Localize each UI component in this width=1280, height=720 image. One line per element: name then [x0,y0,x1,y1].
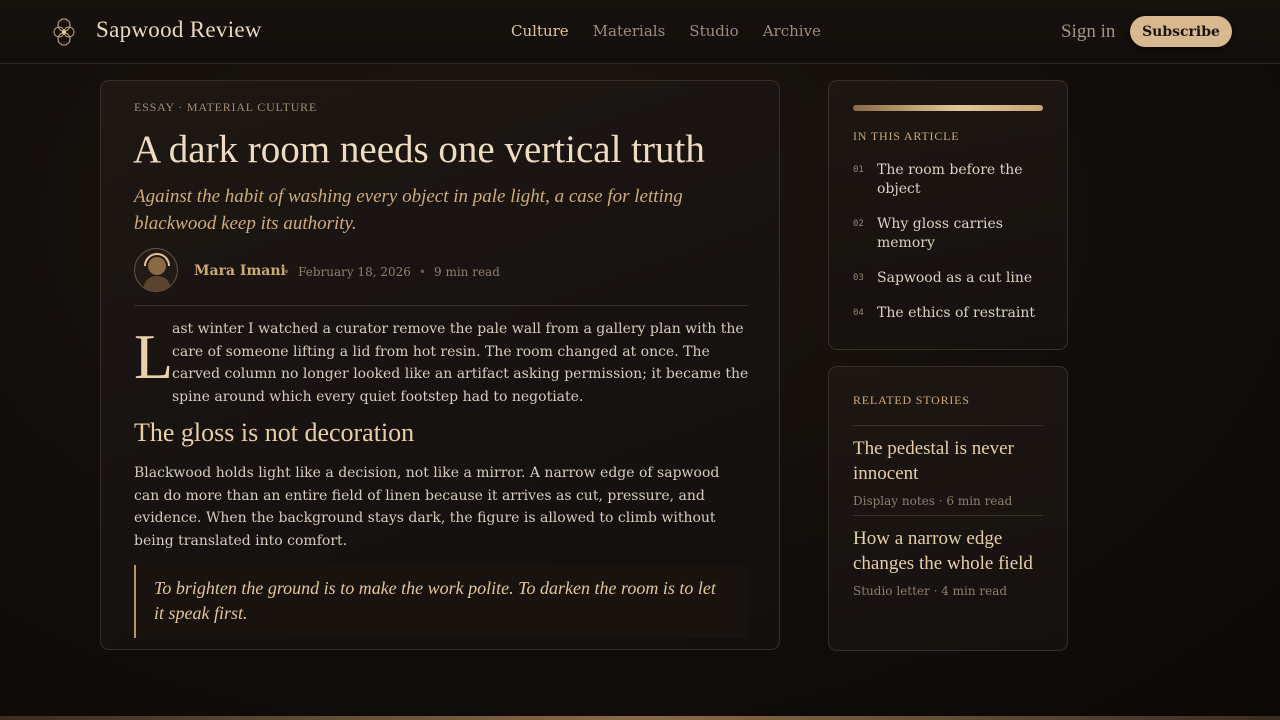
nav-materials[interactable]: Materials [593,22,666,40]
toc-label: The room before the object [877,162,1023,197]
sign-in-link[interactable]: Sign in [1061,21,1115,43]
toc-number: 02 [853,219,864,229]
table-of-contents: IN THIS ARTICLE 01 The room before the o… [828,80,1068,350]
toc-item[interactable]: 01 The room before the object [853,161,1053,199]
related-story[interactable]: How a narrow edge changes the whole fiel… [853,515,1043,598]
section-heading: The gloss is not decoration [134,418,415,447]
meta-separator: • [283,265,291,279]
author-name[interactable]: Mara Imani [194,263,286,279]
pull-quote: To brighten the ground is to make the wo… [134,565,748,638]
top-navigation-bar: Sapwood Review Culture Materials Studio … [0,0,1280,64]
article-kicker: ESSAY · MATERIAL CULTURE [134,100,318,114]
publish-date: February 18, 2026 [298,265,411,279]
reading-progress-bar [853,105,1043,111]
toc-number: 01 [853,165,864,175]
drop-cap: L [134,321,174,392]
related-story-title: The pedestal is never innocent [853,438,1014,484]
avatar-figure-icon [143,253,171,291]
toc-number: 04 [853,308,864,318]
related-stories: RELATED STORIES The pedestal is never in… [828,366,1068,651]
toc-list: 01 The room before the object 02 Why glo… [853,161,1053,339]
article-meta: • February 18, 2026 • 9 min read [283,265,500,279]
read-time: 9 min read [434,265,500,279]
related-story-meta: Display notes · 6 min read [853,494,1013,508]
body-paragraph-1: ast winter I watched a curator remove th… [172,321,749,406]
logo-icon[interactable] [53,17,75,47]
main-nav: Culture Materials Studio Archive [511,22,821,40]
toc-item[interactable]: 03 Sapwood as a cut line [853,269,1053,288]
toc-number: 03 [853,273,864,283]
meta-separator: • [418,265,426,279]
subscribe-button[interactable]: Subscribe [1130,16,1232,47]
toc-label: Sapwood as a cut line [877,270,1033,286]
related-story-meta: Studio letter · 4 min read [853,584,1008,598]
toc-heading: IN THIS ARTICLE [853,129,960,143]
body-paragraph-2: Blackwood holds light like a decision, n… [134,465,720,550]
nav-archive[interactable]: Archive [763,22,821,40]
toc-item[interactable]: 02 Why gloss carries memory [853,215,1053,253]
reading-progress-fill [853,105,1043,111]
related-story-title: How a narrow edge changes the whole fiel… [853,528,1033,574]
article-card: ESSAY · MATERIAL CULTURE A dark room nee… [100,80,780,650]
article-title: A dark room needs one vertical truth [133,128,705,171]
related-heading: RELATED STORIES [853,393,970,407]
related-story[interactable]: The pedestal is never innocent Display n… [853,425,1043,508]
divider [134,305,748,306]
article-dek: Against the habit of washing every objec… [134,186,683,234]
bottom-accent-strip [0,716,1280,720]
author-avatar[interactable] [134,248,178,292]
toc-label: The ethics of restraint [877,305,1035,321]
toc-label: Why gloss carries memory [877,216,1003,251]
nav-studio[interactable]: Studio [689,22,738,40]
brand-name[interactable]: Sapwood Review [96,17,262,43]
nav-culture[interactable]: Culture [511,22,569,40]
toc-item[interactable]: 04 The ethics of restraint [853,304,1053,323]
